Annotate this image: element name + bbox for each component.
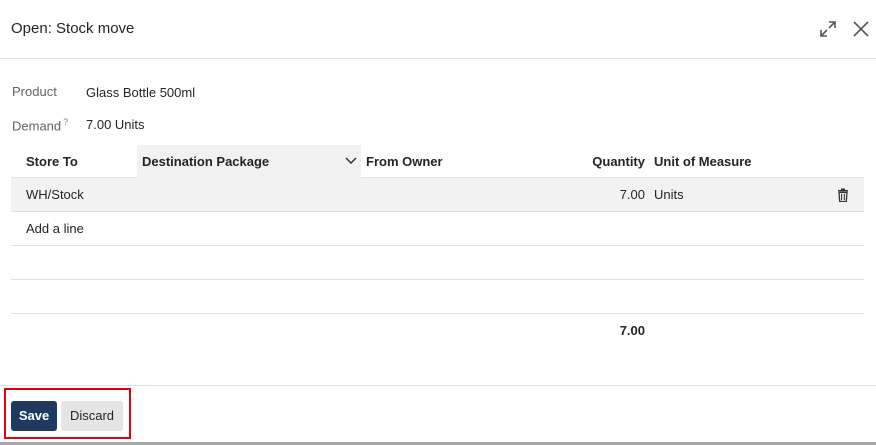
col-destination-package[interactable]: Destination Package [137, 145, 361, 178]
cell-store-to: WH/Stock [26, 187, 84, 202]
move-lines-table: Store To Destination Package From Owner … [11, 145, 864, 348]
demand-label: Demand [12, 118, 62, 134]
product-value[interactable]: Glass Bottle 500ml [86, 85, 195, 100]
demand-help-tooltip[interactable]: ? [63, 117, 68, 127]
product-label: Product [12, 84, 57, 99]
empty-row [11, 280, 864, 314]
expand-button[interactable] [817, 18, 839, 40]
discard-button[interactable]: Discard [61, 401, 123, 431]
col-destination-package-label: Destination Package [142, 154, 270, 169]
dialog-header: Open: Stock move [0, 0, 876, 59]
cell-quantity: 7.00 [619, 187, 645, 202]
empty-row [11, 246, 864, 280]
table-row[interactable]: WH/Stock 7.00 Units [11, 178, 864, 212]
col-unit-of-measure[interactable]: Unit of Measure [654, 145, 752, 178]
demand-value: 7.00 Units [86, 117, 145, 132]
col-quantity[interactable]: Quantity [551, 145, 645, 178]
save-button[interactable]: Save [11, 401, 57, 431]
add-line-row: Add a line [11, 212, 864, 246]
total-row: 7.00 [11, 314, 864, 348]
table-header: Store To Destination Package From Owner … [11, 145, 864, 178]
dialog-title: Open: Stock move [11, 20, 135, 37]
close-button[interactable] [850, 18, 872, 40]
demand-label-wrap: Demand? [12, 117, 68, 133]
add-line-link[interactable]: Add a line [26, 212, 84, 246]
dialog-footer: Save Discard [0, 385, 876, 445]
chevron-down-icon [345, 157, 357, 165]
total-quantity: 7.00 [619, 323, 645, 338]
cell-unit: Units [654, 187, 684, 202]
close-icon [853, 21, 869, 37]
col-store-to[interactable]: Store To [26, 145, 78, 178]
trash-icon[interactable] [836, 188, 850, 202]
col-from-owner[interactable]: From Owner [366, 145, 443, 178]
expand-icon [820, 21, 836, 37]
